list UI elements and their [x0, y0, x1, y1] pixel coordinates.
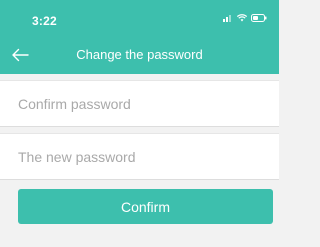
battery-icon [251, 14, 267, 22]
status-icons [223, 14, 267, 22]
nav-bar: Change the password [0, 36, 279, 74]
page-title: Change the password [76, 47, 203, 62]
confirm-password-field [0, 80, 279, 127]
confirm-button[interactable]: Confirm [18, 189, 273, 224]
new-password-input[interactable] [18, 134, 268, 179]
status-bar: 3:22 [0, 0, 279, 36]
signal-icon [223, 15, 231, 22]
status-time: 3:22 [32, 14, 57, 28]
change-password-screen: 3:22 Change the password Confirm [0, 0, 279, 247]
new-password-field [0, 133, 279, 180]
wifi-icon [237, 14, 247, 22]
confirm-password-input[interactable] [18, 81, 268, 126]
